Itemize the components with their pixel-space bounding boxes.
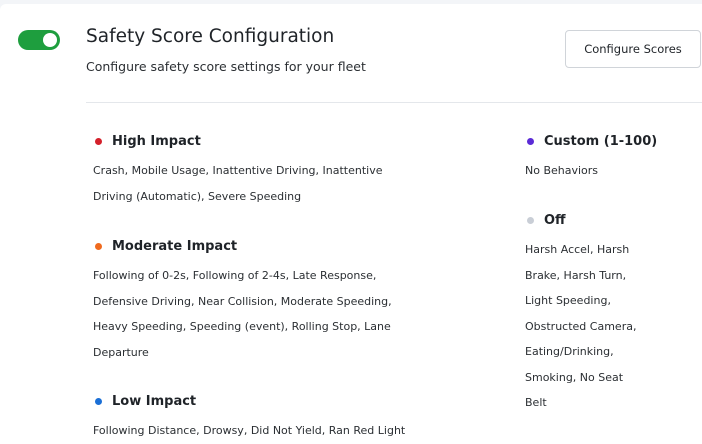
behavior-line: Departure xyxy=(93,345,149,359)
configure-scores-button[interactable]: Configure Scores xyxy=(565,30,701,68)
low-impact-dot-icon xyxy=(95,397,102,405)
group-custom: Custom (1-100) No Behaviors xyxy=(525,131,657,184)
group-high-impact: High Impact Crash, Mobile Usage, Inatten… xyxy=(93,131,382,209)
group-behaviors: Crash, Mobile Usage, Inattentive Driving… xyxy=(93,158,382,209)
group-off: Off Harsh Accel, Harsh Brake, Harsh Turn… xyxy=(525,210,636,416)
behavior-line: No Behaviors xyxy=(525,164,599,177)
safety-score-toggle[interactable] xyxy=(18,30,60,50)
custom-dot-icon xyxy=(527,137,534,145)
group-label: Low Impact xyxy=(112,393,197,409)
behavior-line: Harsh Accel, Harsh xyxy=(525,243,630,256)
behavior-line: Driving (Automatic), Severe Speeding xyxy=(93,189,302,203)
page-subtitle: Configure safety score settings for your… xyxy=(86,59,366,74)
group-behaviors: No Behaviors xyxy=(525,158,657,184)
group-label: Off xyxy=(544,212,566,228)
behavior-line: Brake, Harsh Turn, xyxy=(525,268,627,282)
group-behaviors: Harsh Accel, Harsh Brake, Harsh Turn, Li… xyxy=(525,237,636,416)
group-label: Moderate Impact xyxy=(112,238,238,254)
group-label: High Impact xyxy=(112,133,201,149)
behavior-line: Following Distance, Drowsy, Did Not Yiel… xyxy=(93,424,406,437)
behavior-line: Belt xyxy=(525,396,547,409)
group-label: Custom (1-100) xyxy=(544,133,658,149)
group-behaviors: Following Distance, Drowsy, Did Not Yiel… xyxy=(93,418,405,444)
high-impact-dot-icon xyxy=(95,137,102,145)
page-title: Safety Score Configuration xyxy=(86,26,335,47)
group-moderate-impact: Moderate Impact Following of 0-2s, Follo… xyxy=(93,236,392,365)
behavior-line: Defensive Driving, Near Collision, Moder… xyxy=(93,294,392,308)
behavior-line: Light Speeding, xyxy=(525,294,611,307)
group-low-impact: Low Impact Following Distance, Drowsy, D… xyxy=(93,391,405,444)
behavior-line: Heavy Speeding, Speeding (event), Rollin… xyxy=(93,320,391,333)
safety-score-card: Safety Score Configuration Configure saf… xyxy=(0,4,702,444)
off-dot-icon xyxy=(527,216,534,224)
behavior-line: Following of 0-2s, Following of 2-4s, La… xyxy=(93,269,377,282)
moderate-impact-dot-icon xyxy=(95,242,102,250)
group-behaviors: Following of 0-2s, Following of 2-4s, La… xyxy=(93,263,392,365)
behavior-line: Smoking, No Seat xyxy=(525,370,624,384)
behavior-line: Eating/Drinking, xyxy=(525,345,614,358)
behavior-line: Crash, Mobile Usage, Inattentive Driving… xyxy=(93,164,383,177)
toggle-knob xyxy=(43,33,57,47)
divider xyxy=(86,102,702,103)
behavior-line: Obstructed Camera, xyxy=(525,319,637,333)
